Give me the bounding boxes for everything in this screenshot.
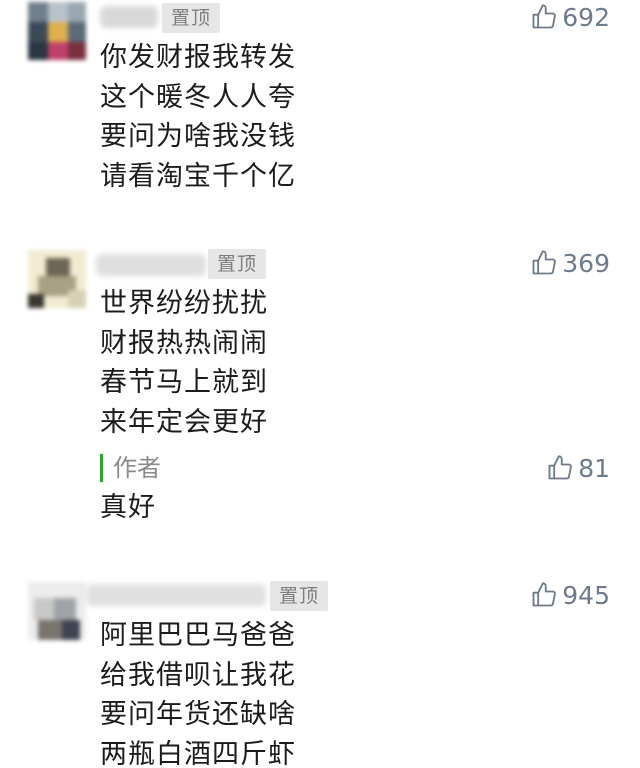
username[interactable] — [86, 584, 266, 606]
like-count: 369 — [562, 248, 610, 278]
comment-line: 你发财报我转发 — [100, 42, 296, 73]
comment-line: 财报热热闹闹 — [100, 327, 268, 359]
author-reply-label: 作者 — [100, 454, 161, 482]
avatar[interactable] — [28, 2, 86, 60]
pin-badge: 置顶 — [270, 581, 329, 611]
comment-line: 给我借呗让我花 — [100, 659, 296, 691]
pin-badge: 置顶 — [208, 249, 267, 279]
comment-line: 春节马上就到 — [100, 367, 268, 398]
thumbs-up-icon — [532, 250, 557, 275]
comment-text: 世界纷纷扰扰 财报热热闹闹 春节马上就到 来年定会更好 — [100, 284, 268, 442]
comment-line: 来年定会更好 — [100, 406, 268, 438]
comment-line: 要问为啥我没钱 — [100, 121, 296, 152]
thumbs-up-icon — [532, 582, 557, 607]
like-count: 81 — [578, 453, 610, 483]
reply-like-button[interactable]: 81 — [546, 451, 610, 485]
thumbs-up-icon — [532, 4, 557, 29]
comment-line: 世界纷纷扰扰 — [100, 288, 268, 319]
like-count: 692 — [562, 2, 610, 32]
comment-line: 两瓶白酒四斤虾 — [100, 738, 296, 768]
like-count: 945 — [562, 580, 610, 610]
like-button[interactable]: 945 — [530, 578, 610, 612]
comment-line: 请看淘宝千个亿 — [100, 160, 296, 192]
comment-line: 要问年货还缺啥 — [100, 699, 296, 730]
avatar[interactable] — [28, 582, 86, 640]
comment-text: 你发财报我转发 这个暖冬人人夸 要问为啥我没钱 请看淘宝千个亿 — [100, 38, 296, 196]
author-reply-text: 真好 — [100, 492, 156, 523]
avatar[interactable] — [28, 250, 86, 308]
thumbs-up-icon — [548, 455, 573, 480]
comment-line: 阿里巴巴马爸爸 — [100, 620, 296, 651]
pin-badge: 置顶 — [162, 3, 221, 33]
comment-line: 这个暖冬人人夸 — [100, 81, 296, 113]
comment-text: 阿里巴巴马爸爸 给我借呗让我花 要问年货还缺啥 两瓶白酒四斤虾 — [100, 616, 296, 768]
username[interactable] — [100, 6, 158, 28]
like-button[interactable]: 369 — [530, 246, 610, 280]
comment-list: 置顶 692 你发财报我转发 这个暖冬人人夸 要问为啥我没钱 请看淘宝千个亿 置… — [0, 0, 640, 768]
username[interactable] — [96, 254, 206, 276]
like-button[interactable]: 692 — [530, 0, 610, 34]
